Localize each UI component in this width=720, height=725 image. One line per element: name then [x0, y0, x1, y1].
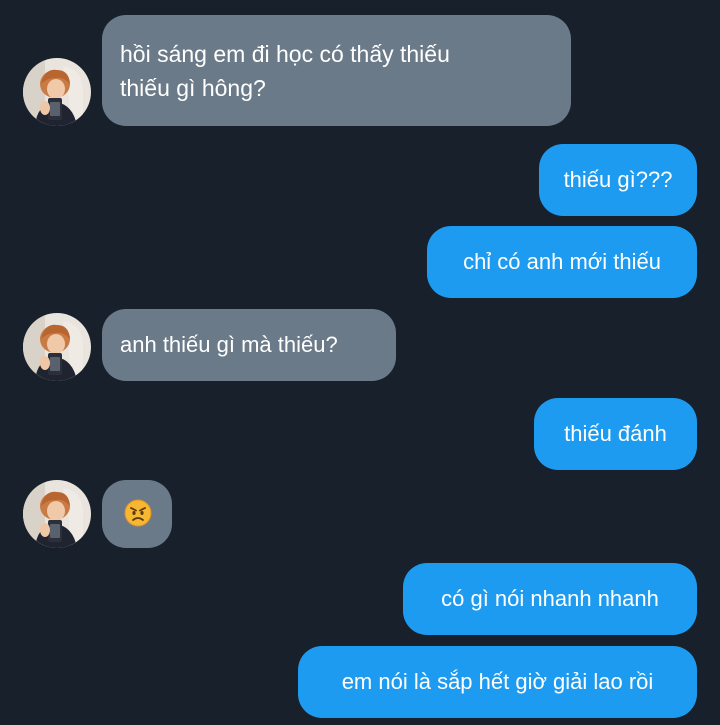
- avatar-photo: [23, 58, 91, 126]
- outgoing-message-1[interactable]: thiếu gì???: [539, 144, 697, 216]
- incoming-message-1[interactable]: hồi sáng em đi học có thấy thiếu thiếu g…: [102, 15, 571, 126]
- outgoing-message-2[interactable]: chỉ có anh mới thiếu: [427, 226, 697, 298]
- message-text: thiếu đánh: [564, 421, 667, 446]
- avatar-photo: [23, 313, 91, 381]
- message-line: hồi sáng em đi học có thấy thiếu: [120, 41, 450, 67]
- angry-face-icon-graphic: [124, 499, 152, 527]
- incoming-message-2[interactable]: anh thiếu gì mà thiếu?: [102, 309, 396, 381]
- outgoing-message-4[interactable]: có gì nói nhanh nhanh: [403, 563, 697, 635]
- contact-avatar[interactable]: [23, 480, 91, 548]
- avatar-photo: [23, 480, 91, 548]
- message-text: em nói là sắp hết giờ giải lao rồi: [341, 669, 654, 694]
- outgoing-message-3[interactable]: thiếu đánh: [534, 398, 697, 470]
- message-text: thiếu gì???: [563, 167, 673, 192]
- contact-avatar[interactable]: [23, 313, 91, 381]
- incoming-message-3[interactable]: [102, 480, 172, 548]
- angry-face-icon: [123, 498, 153, 538]
- message-text: chỉ có anh mới thiếu: [463, 249, 661, 274]
- outgoing-message-5[interactable]: em nói là sắp hết giờ giải lao rồi: [298, 646, 697, 718]
- message-text: có gì nói nhanh nhanh: [441, 586, 659, 611]
- message-line: thiếu gì hông?: [120, 75, 266, 101]
- message-text: anh thiếu gì mà thiếu?: [120, 332, 338, 357]
- contact-avatar[interactable]: [23, 58, 91, 126]
